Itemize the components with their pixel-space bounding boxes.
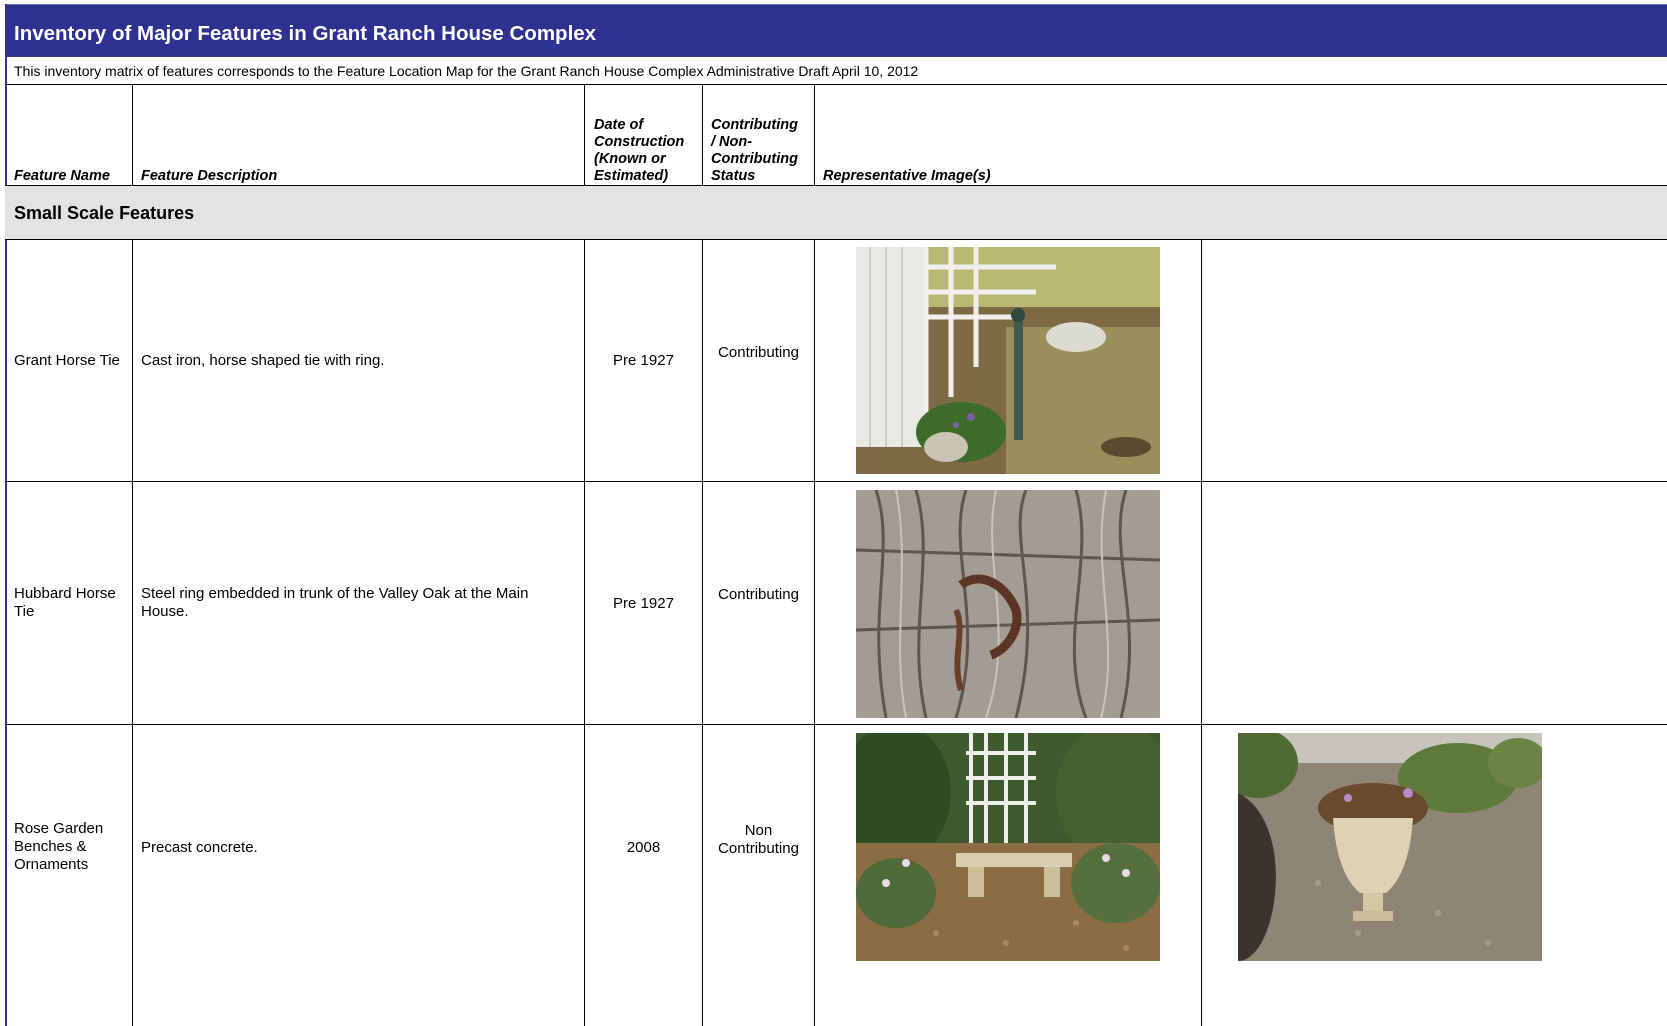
contributing-status: Non xyxy=(744,821,773,839)
divider xyxy=(1201,239,1202,1026)
feature-description: Precast concrete. xyxy=(141,838,258,856)
date-cell: Pre 1927 xyxy=(585,240,702,481)
header-date-lines: Date of Construction (Known or Estimated… xyxy=(594,117,684,185)
contributing-status: Contributing xyxy=(718,343,799,361)
header-contributing-status: Contributing / Non- Contributing Status xyxy=(703,85,814,185)
feature-name: Tie xyxy=(14,603,35,620)
header-date-line: (Known or xyxy=(594,151,666,167)
urn-planter-photo xyxy=(1238,733,1542,961)
feature-name-cell: Grant Horse Tie xyxy=(14,240,132,481)
divider xyxy=(132,239,133,1026)
header-feature-name-label: Feature Name xyxy=(14,168,110,184)
feature-description: Cast iron, horse shaped tie with ring. xyxy=(141,351,385,369)
feature-name-lines: Rose Garden Benches & Ornaments xyxy=(14,820,103,874)
section-heading: Small Scale Features xyxy=(5,186,1667,239)
divider xyxy=(814,85,815,186)
status-cell: Contributing xyxy=(703,482,814,708)
feature-description-lines: Steel ring embedded in trunk of the Vall… xyxy=(141,585,528,621)
feature-name: Grant Horse Tie xyxy=(14,351,120,369)
feature-description-cell: Precast concrete. xyxy=(141,725,581,970)
feature-name-lines: Hubbard Horse Tie xyxy=(14,585,116,621)
contributing-status: Contributing xyxy=(718,586,799,603)
feature-name: Rose Garden xyxy=(14,819,104,837)
construction-date: 2008 xyxy=(626,838,661,856)
header-feature-description-label: Feature Description xyxy=(141,168,278,184)
date-cell: Pre 1927 xyxy=(585,482,702,726)
subtitle: This inventory matrix of features corres… xyxy=(5,57,1667,85)
header-status-line: Status xyxy=(711,168,756,184)
divider xyxy=(584,85,585,186)
header-date-line: Estimated) xyxy=(594,168,669,184)
divider xyxy=(132,85,133,186)
feature-name: Hubbard Horse xyxy=(14,585,116,602)
header-status-line: Contributing xyxy=(711,151,798,167)
header-status-line: / Non- xyxy=(711,134,753,150)
divider xyxy=(702,85,703,186)
feature-description: House. xyxy=(141,603,189,620)
construction-date: Pre 1927 xyxy=(613,351,674,369)
horse-tie-fence-photo xyxy=(856,247,1160,474)
construction-date: Pre 1927 xyxy=(613,595,674,612)
header-status-line: Contributing xyxy=(711,117,798,133)
header-feature-name: Feature Name xyxy=(6,85,132,185)
status-cell: Contributing xyxy=(703,240,814,465)
feature-name-cell: Rose Garden Benches & Ornaments xyxy=(14,725,132,968)
feature-name: Benches & xyxy=(14,837,87,855)
contributing-status-lines: Non Contributing xyxy=(718,822,799,858)
header-representative-images: Representative Image(s) xyxy=(815,85,1215,185)
garden-bench-photo xyxy=(856,733,1160,961)
header-status-lines: Contributing / Non- Contributing Status xyxy=(711,117,798,185)
date-cell: 2008 xyxy=(585,725,702,970)
feature-description: Steel ring embedded in trunk of the Vall… xyxy=(141,585,529,602)
feature-description-cell: Steel ring embedded in trunk of the Vall… xyxy=(141,482,581,724)
document-page: Inventory of Major Features in Grant Ran… xyxy=(0,0,1667,1026)
feature-description-cell: Cast iron, horse shaped tie with ring. xyxy=(141,240,581,481)
header-date-of-construction: Date of Construction (Known or Estimated… xyxy=(586,85,702,185)
status-cell: Non Contributing xyxy=(703,725,814,954)
contributing-status: Contributing xyxy=(718,839,799,857)
oak-trunk-ring-photo xyxy=(856,490,1160,718)
header-date-line: Construction xyxy=(594,134,685,150)
header-images-label: Representative Image(s) xyxy=(823,168,991,184)
feature-name-cell: Hubbard Horse Tie xyxy=(14,482,132,724)
header-date-line: Date of xyxy=(594,117,644,133)
feature-name: Ornaments xyxy=(14,855,89,873)
header-feature-description: Feature Description xyxy=(133,85,585,185)
divider xyxy=(814,239,815,1026)
page-title: Inventory of Major Features in Grant Ran… xyxy=(5,4,1667,57)
